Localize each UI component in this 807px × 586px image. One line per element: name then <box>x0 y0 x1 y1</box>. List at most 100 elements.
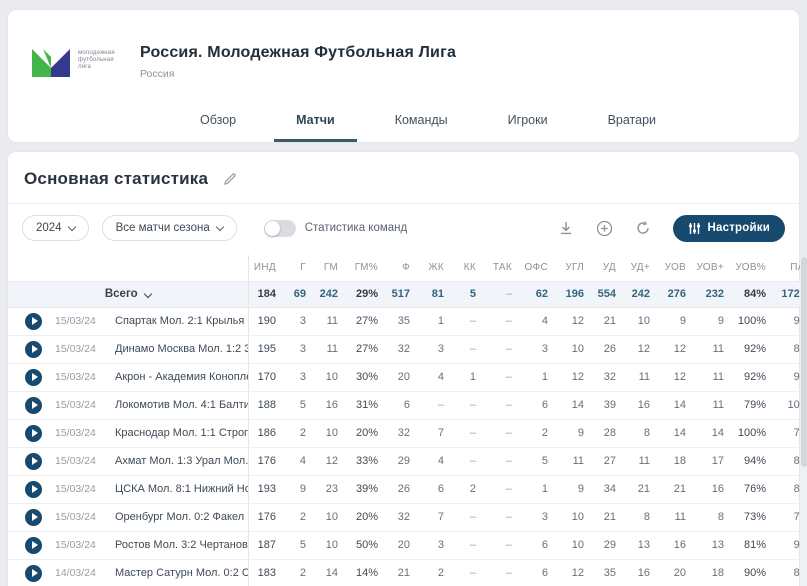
stats-table: ИНД Г ГМ ГМ% Ф ЖК КК ТАК ОФС УГЛ УД УД+ УОВ УОВ+ УОВ% П… <box>8 255 807 586</box>
match-name[interactable]: Локомотив Мол. 4:1 Балтика-Мол. <box>115 399 248 411</box>
download-icon[interactable] <box>558 220 574 236</box>
table-row[interactable]: 15/03/24Оренбург Мол. 0:2 Факел Мол.1762… <box>8 503 807 532</box>
table-row[interactable]: 15/03/24 ЦСКА Мол. 8:1 Нижний Новгород ..… <box>8 475 807 504</box>
stat-cell: 31% <box>348 391 388 420</box>
totals-row: Всего 184 69 242 29% 517 81 5–62 196 554 242 276 232… <box>8 280 807 308</box>
tabs: Обзор Матчи Команды Игроки Вратари <box>178 108 799 142</box>
stat-cell: 5 <box>286 391 316 420</box>
stat-cell: 27 <box>594 447 626 476</box>
match-name[interactable]: Акрон - Академия Коноплева Мо... <box>115 371 248 383</box>
play-icon[interactable] <box>25 340 42 358</box>
column-header[interactable]: ГМ <box>316 255 348 281</box>
match-name[interactable]: Спартак Мол. 2:1 Крылья Советов... <box>115 315 248 327</box>
sliders-icon <box>688 222 700 234</box>
stat-cell: – <box>454 447 486 476</box>
stat-cell: 4 <box>420 447 454 476</box>
stat-cell: 1 <box>522 475 558 504</box>
stat-cell: 13 <box>626 531 660 560</box>
table-row[interactable]: 14/03/24 Мастер Сатурн Мол. 0:2 Сочи Мол.… <box>8 559 807 586</box>
match-name[interactable]: Ахмат Мол. 1:3 Урал Мол. <box>115 455 248 467</box>
settings-button[interactable]: Настройки <box>672 214 785 242</box>
column-header[interactable]: Г <box>286 255 316 281</box>
column-header[interactable]: КК <box>454 255 486 281</box>
play-icon[interactable] <box>25 368 42 386</box>
match-name[interactable]: Ростов Мол. 3:2 Чертаново Мол. <box>115 539 248 551</box>
tab-3[interactable]: Команды <box>373 113 470 142</box>
stat-cell: 12 <box>660 363 696 392</box>
play-icon[interactable] <box>25 508 42 526</box>
stat-cell: – <box>486 307 522 336</box>
tab-4[interactable]: Игроки <box>486 113 570 142</box>
stat-cell: 9 <box>286 475 316 504</box>
column-header[interactable]: УОВ+ <box>696 255 734 281</box>
table-row[interactable]: 15/03/24 Акрон - Академия Коноплева Мо...… <box>8 363 807 392</box>
column-header[interactable]: ТАК <box>486 255 522 281</box>
totals-cell: 184 <box>247 280 286 308</box>
stat-cell: 12 <box>558 559 594 586</box>
edit-icon[interactable] <box>222 171 238 187</box>
play-icon[interactable] <box>25 424 42 442</box>
match-date: 15/03/24 <box>55 315 96 327</box>
column-header[interactable]: УГЛ <box>558 255 594 281</box>
refresh-icon[interactable] <box>635 220 651 236</box>
match-name[interactable]: Динамо Москва Мол. 1:2 Зенит М... <box>115 343 248 355</box>
league-logo: молодежная футбольная лига <box>28 40 126 80</box>
stat-cell: 11 <box>626 447 660 476</box>
match-name[interactable]: Оренбург Мол. 0:2 Факел Мол. <box>115 511 248 523</box>
stat-cell: 12 <box>660 335 696 364</box>
match-filter-select[interactable]: Все матчи сезона <box>101 215 237 241</box>
totals-label[interactable]: Всего <box>8 280 248 308</box>
play-icon[interactable] <box>25 564 42 582</box>
stat-cell: 6 <box>522 391 558 420</box>
stat-cell: 4 <box>286 447 316 476</box>
scrollbar-thumb[interactable] <box>801 257 807 467</box>
match-name[interactable]: ЦСКА Мол. 8:1 Нижний Новгород ... <box>115 483 248 495</box>
column-header[interactable]: УОВ% <box>734 255 776 281</box>
match-date: 15/03/24 <box>55 539 96 551</box>
column-header[interactable]: ОФС <box>522 255 558 281</box>
play-icon[interactable] <box>25 480 42 498</box>
stat-cell: 100% <box>734 307 776 336</box>
stat-cell: 5 <box>522 447 558 476</box>
table-row[interactable]: 15/03/24 Динамо Москва Мол. 1:2 Зенит М..… <box>8 335 807 364</box>
table-row[interactable]: 15/03/24 Спартак Мол. 2:1 Крылья Советов.… <box>8 307 807 336</box>
column-header[interactable]: УОВ <box>660 255 696 281</box>
stat-cell: 12 <box>626 335 660 364</box>
stat-cell: 8 <box>626 503 660 532</box>
stat-cell: 20 <box>388 363 420 392</box>
table-row[interactable]: 15/03/24 Краснодар Мол. 1:1 Строгино Мол.… <box>8 419 807 448</box>
team-stats-toggle[interactable] <box>263 219 296 237</box>
stat-cell: 100% <box>734 419 776 448</box>
plus-circle-icon[interactable] <box>596 220 613 237</box>
stat-cell: – <box>454 503 486 532</box>
column-header[interactable]: ЖК <box>420 255 454 281</box>
table-row[interactable]: 15/03/24Локомотив Мол. 4:1 Балтика-Мол.1… <box>8 391 807 420</box>
season-select[interactable]: 2024 <box>22 215 89 241</box>
play-icon[interactable] <box>25 396 42 414</box>
match-name[interactable]: Мастер Сатурн Мол. 0:2 Сочи Мол. <box>115 567 248 579</box>
tab-2[interactable]: Матчи <box>274 113 357 142</box>
table-row[interactable]: 15/03/24 Ахмат Мол. 1:3 Урал Мол. 176 4 12 33… <box>8 447 807 476</box>
stat-cell: 7 <box>420 503 454 532</box>
column-header[interactable]: УД+ <box>626 255 660 281</box>
column-header[interactable]: ИНД <box>247 255 286 281</box>
play-icon[interactable] <box>25 312 42 330</box>
tab-1[interactable]: Обзор <box>178 113 258 142</box>
stat-cell: 26 <box>388 475 420 504</box>
table-row[interactable]: 15/03/24 Ростов Мол. 3:2 Чертаново Мол.18… <box>8 531 807 560</box>
stat-cell: 20 <box>660 559 696 586</box>
stat-cell: 14% <box>348 559 388 586</box>
stat-cell: – <box>486 503 522 532</box>
tab-5[interactable]: Вратари <box>586 113 678 142</box>
stat-cell: 2 <box>286 559 316 586</box>
stat-cell: 11 <box>316 307 348 336</box>
column-header[interactable]: Ф <box>388 255 420 281</box>
column-header[interactable]: УД <box>594 255 626 281</box>
stat-cell: – <box>486 419 522 448</box>
play-icon[interactable] <box>25 452 42 470</box>
play-icon[interactable] <box>25 536 42 554</box>
match-name[interactable]: Краснодар Мол. 1:1 Строгино Мол. <box>115 427 248 439</box>
column-header[interactable]: ГМ% <box>348 255 388 281</box>
table-scrollbar[interactable] <box>800 255 807 586</box>
chevron-down-icon <box>215 222 224 231</box>
